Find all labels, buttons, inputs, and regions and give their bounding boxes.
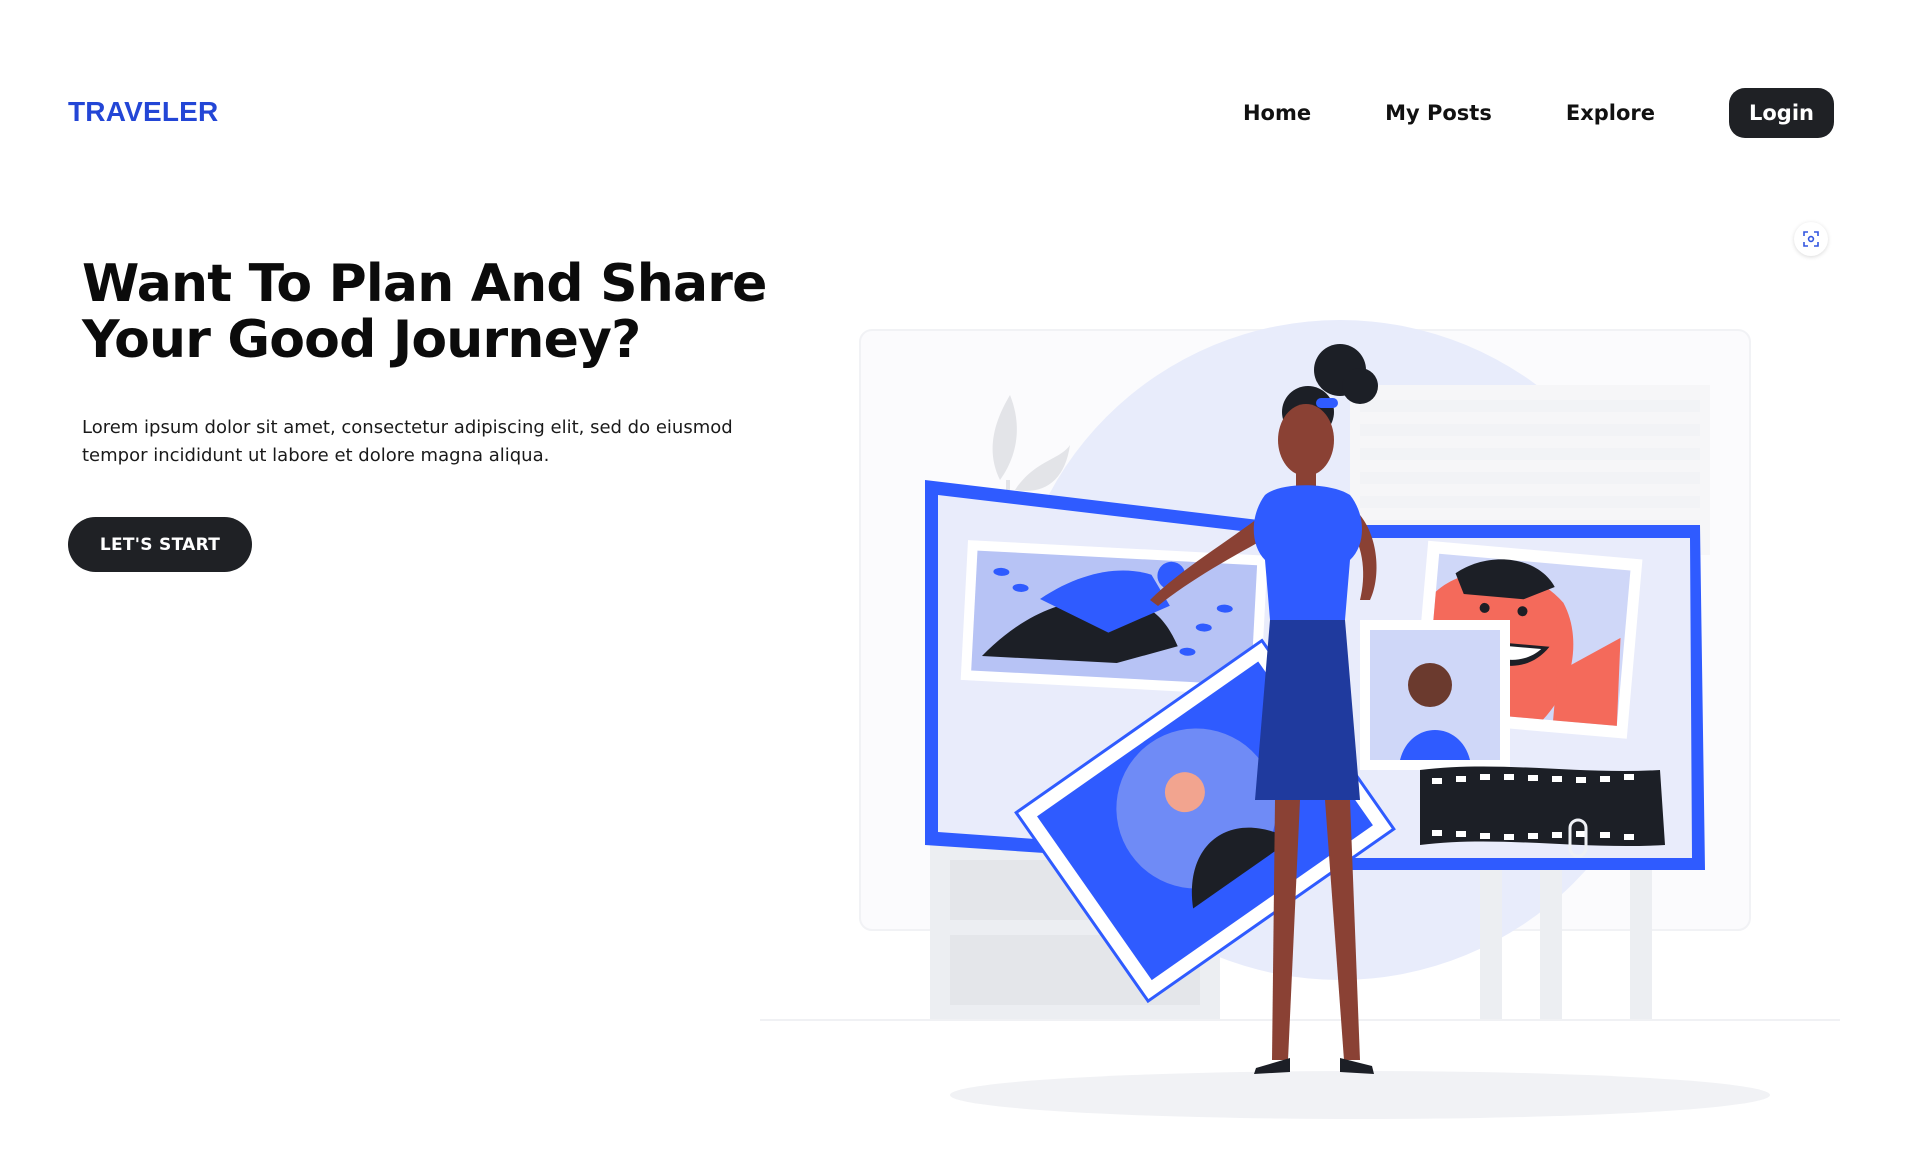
- hero-description-line-1: Lorem ipsum dolor sit amet, consectetur …: [82, 417, 733, 438]
- top-nav: Home My Posts Explore Login: [1243, 88, 1834, 138]
- hero-description-line-2: tempor incididunt ut labore et dolore ma…: [82, 445, 550, 466]
- travel-photo-board-illustration: [760, 320, 1840, 1119]
- hero-description: Lorem ipsum dolor sit amet, consectetur …: [82, 414, 782, 470]
- nav-link-explore[interactable]: Explore: [1566, 101, 1655, 125]
- hero-title: Want To Plan And Share Your Good Journey…: [82, 256, 802, 368]
- lets-start-button[interactable]: LET'S START: [68, 517, 252, 572]
- hero-title-line-2: Your Good Journey?: [82, 310, 641, 370]
- login-button[interactable]: Login: [1729, 88, 1834, 138]
- brand-logo[interactable]: TRAVELER: [68, 96, 218, 128]
- landing-page: TRAVELER Home My Posts Explore Login Wan…: [0, 0, 1920, 1161]
- hero-title-line-1: Want To Plan And Share: [82, 254, 767, 314]
- image-search-button[interactable]: [1794, 222, 1828, 256]
- nav-link-home[interactable]: Home: [1243, 101, 1311, 125]
- nav-link-my-posts[interactable]: My Posts: [1385, 101, 1492, 125]
- scan-icon: [1803, 231, 1819, 247]
